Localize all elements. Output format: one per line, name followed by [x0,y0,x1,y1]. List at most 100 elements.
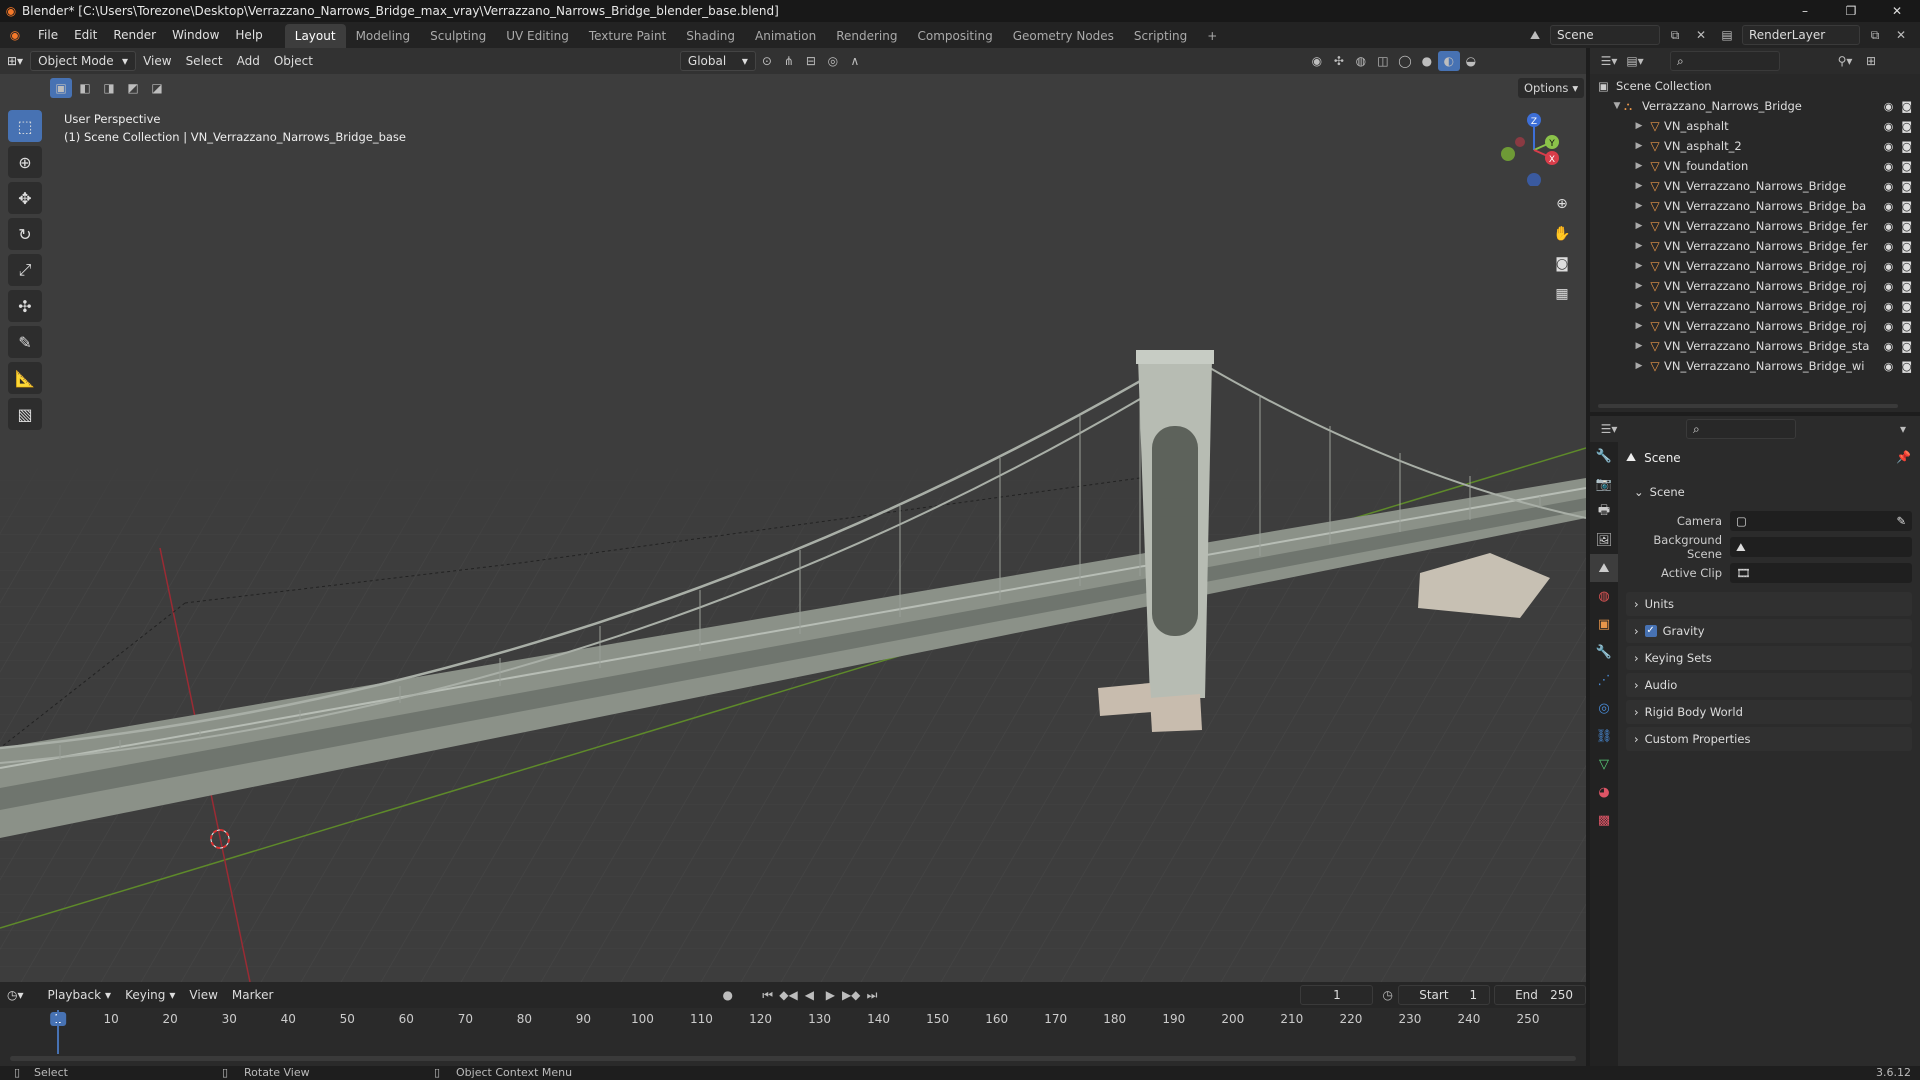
outliner-row-object[interactable]: ▶ ▽ VN_asphalt ◉ ◙ [1590,116,1920,136]
expand-arrow-icon[interactable]: ▶ [1632,221,1646,231]
camera-render-icon[interactable]: ◙ [1901,100,1912,113]
physics-tab-icon[interactable]: ◎ [1590,694,1618,722]
timeline-scrollbar[interactable] [10,1056,1576,1061]
neg-z-axis-handle[interactable] [1527,173,1541,186]
outliner-row-object[interactable]: ▶ ▽ VN_Verrazzano_Narrows_Bridge ◉ ◙ [1590,176,1920,196]
select-invert-icon[interactable]: ◩ [122,78,144,98]
select-extend-icon[interactable]: ◧ [74,78,96,98]
gravity-checkbox[interactable]: ✓ [1644,625,1657,637]
eye-icon[interactable]: ◉ [1884,160,1894,173]
menu-marker[interactable]: Marker [225,985,280,1005]
scene-selector-icon[interactable]: ⛰ [1524,25,1546,45]
outliner-row-object[interactable]: ▶ ▽ VN_Verrazzano_Narrows_Bridge_roj ◉ ◙ [1590,276,1920,296]
add-workspace-button[interactable]: + [1197,24,1227,48]
eye-icon[interactable]: ◉ [1884,320,1894,333]
neg-y-axis-handle[interactable] [1501,147,1515,161]
falloff-icon[interactable]: ∧ [844,51,866,71]
tab-sculpting[interactable]: Sculpting [420,24,496,48]
menu-keying[interactable]: Keying ▾ [118,985,182,1005]
current-frame-field[interactable]: 1 [1300,985,1374,1005]
tab-geometry-nodes[interactable]: Geometry Nodes [1003,24,1124,48]
camera-view-icon[interactable]: ◙ [1548,250,1576,278]
eye-icon[interactable]: ◉ [1884,220,1894,233]
modifier-tab-icon[interactable]: 🔧 [1590,638,1618,666]
panel-custom-properties[interactable]: › Custom Properties [1626,727,1912,751]
outliner-row-object[interactable]: ▶ ▽ VN_Verrazzano_Narrows_Bridge_fer ◉ ◙ [1590,236,1920,256]
navigation-gizmo[interactable]: Z Y X [1490,106,1570,186]
outliner-row-object[interactable]: ▶ ▽ VN_Verrazzano_Narrows_Bridge_wi ◉ ◙ [1590,356,1920,376]
texture-tab-icon[interactable]: ▩ [1590,806,1618,834]
view-layer-icon[interactable]: ▤ [1716,25,1738,45]
xray-icon[interactable]: ◫ [1372,51,1394,71]
scene-tab-icon[interactable]: ⛰ [1590,554,1618,582]
camera-render-icon[interactable]: ◙ [1901,280,1912,293]
delete-view-layer-icon[interactable]: ✕ [1890,25,1912,45]
menu-object[interactable]: Object [267,51,320,71]
outliner-row-object[interactable]: ▶ ▽ VN_Verrazzano_Narrows_Bridge_sta ◉ ◙ [1590,336,1920,356]
camera-render-icon[interactable]: ◙ [1901,140,1912,153]
material-tab-icon[interactable]: ◕ [1590,778,1618,806]
add-cube-tool-icon[interactable]: ▧ [8,398,42,430]
pin-icon[interactable]: 📌 [1896,450,1911,464]
eye-icon[interactable]: ◉ [1884,180,1894,193]
expand-arrow-icon[interactable]: ▶ [1632,321,1646,331]
object-tab-icon[interactable]: ▣ [1590,610,1618,638]
transform-tool-icon[interactable]: ✣ [8,290,42,322]
outliner-row-object[interactable]: ▶ ▽ VN_Verrazzano_Narrows_Bridge_fer ◉ ◙ [1590,216,1920,236]
menu-add[interactable]: Add [230,51,267,71]
orientation-dropdown[interactable]: Global ▾ [679,51,756,71]
menu-view[interactable]: View [136,51,178,71]
constraints-tab-icon[interactable]: ⛓ [1590,722,1618,750]
auto-keying-icon[interactable]: ● [717,985,738,1005]
panel-keying-sets[interactable]: › Keying Sets [1626,646,1912,670]
scale-tool-icon[interactable]: ⤢ [8,254,42,286]
ortho-toggle-icon[interactable]: ▦ [1548,280,1576,308]
eyedropper-icon[interactable]: ✎ [1896,514,1906,528]
camera-render-icon[interactable]: ◙ [1901,220,1912,233]
restore-button[interactable]: ❐ [1828,0,1874,22]
menu-render[interactable]: Render [105,22,164,48]
editor-type-icon[interactable]: ⊞▾ [0,51,30,71]
outliner-row-object[interactable]: ▶ ▽ VN_Verrazzano_Narrows_Bridge_roj ◉ ◙ [1590,296,1920,316]
eye-icon[interactable]: ◉ [1884,120,1894,133]
tool-tab-icon[interactable]: 🔧 [1590,442,1618,470]
menu-playback[interactable]: Playback ▾ [41,985,119,1005]
select-subtract-icon[interactable]: ◨ [98,78,120,98]
preview-range-icon[interactable]: ◷ [1377,985,1398,1005]
snap-icon[interactable]: ⋔ [778,51,800,71]
3d-viewport[interactable]: ⊞▾ Object Mode ▾ View Select Add Object G… [0,48,1586,982]
expand-arrow-icon[interactable]: ▶ [1632,361,1646,371]
rotate-tool-icon[interactable]: ↻ [8,218,42,250]
chevron-down-icon[interactable]: ▾ [1892,419,1914,439]
expand-arrow-icon[interactable]: ▶ [1632,161,1646,171]
camera-render-icon[interactable]: ◙ [1901,300,1912,313]
tab-rendering[interactable]: Rendering [826,24,907,48]
play-reverse-icon[interactable]: ◀ [799,985,820,1005]
expand-arrow-icon[interactable]: ▶ [1632,261,1646,271]
object-mode-dropdown[interactable]: Object Mode ▾ [30,51,137,71]
eye-icon[interactable]: ◉ [1884,280,1894,293]
measure-tool-icon[interactable]: 📐 [8,362,42,394]
tab-modeling[interactable]: Modeling [346,24,421,48]
eye-icon[interactable]: ◉ [1884,100,1894,113]
world-tab-icon[interactable]: ◍ [1590,582,1618,610]
eye-icon[interactable]: ◉ [1884,260,1894,273]
eye-icon[interactable]: ◉ [1884,340,1894,353]
expand-arrow-icon[interactable]: ▼ [1610,101,1624,111]
rendered-shading-icon[interactable]: ◒ [1460,51,1482,71]
particles-tab-icon[interactable]: ⋰ [1590,666,1618,694]
filter-icon[interactable]: ⚲▾ [1834,51,1856,71]
tab-animation[interactable]: Animation [745,24,826,48]
wireframe-shading-icon[interactable]: ◯ [1394,51,1416,71]
solid-shading-icon[interactable]: ● [1416,51,1438,71]
neg-x-axis-handle[interactable] [1515,137,1525,147]
outliner-scrollbar[interactable] [1598,404,1898,408]
menu-help[interactable]: Help [227,22,270,48]
jump-keyframe-forward-icon[interactable]: ▶◆ [841,985,862,1005]
properties-search-input[interactable]: ⌕ [1686,419,1796,439]
view-layer-tab-icon[interactable]: 🖼 [1590,526,1618,554]
timeline-editor-type-icon[interactable]: ◷▾ [0,985,31,1005]
outliner-row-scene-collection[interactable]: ▣ Scene Collection [1590,76,1920,96]
proportional-edit-icon[interactable]: ◎ [822,51,844,71]
zoom-view-icon[interactable]: ⊕ [1548,190,1576,218]
